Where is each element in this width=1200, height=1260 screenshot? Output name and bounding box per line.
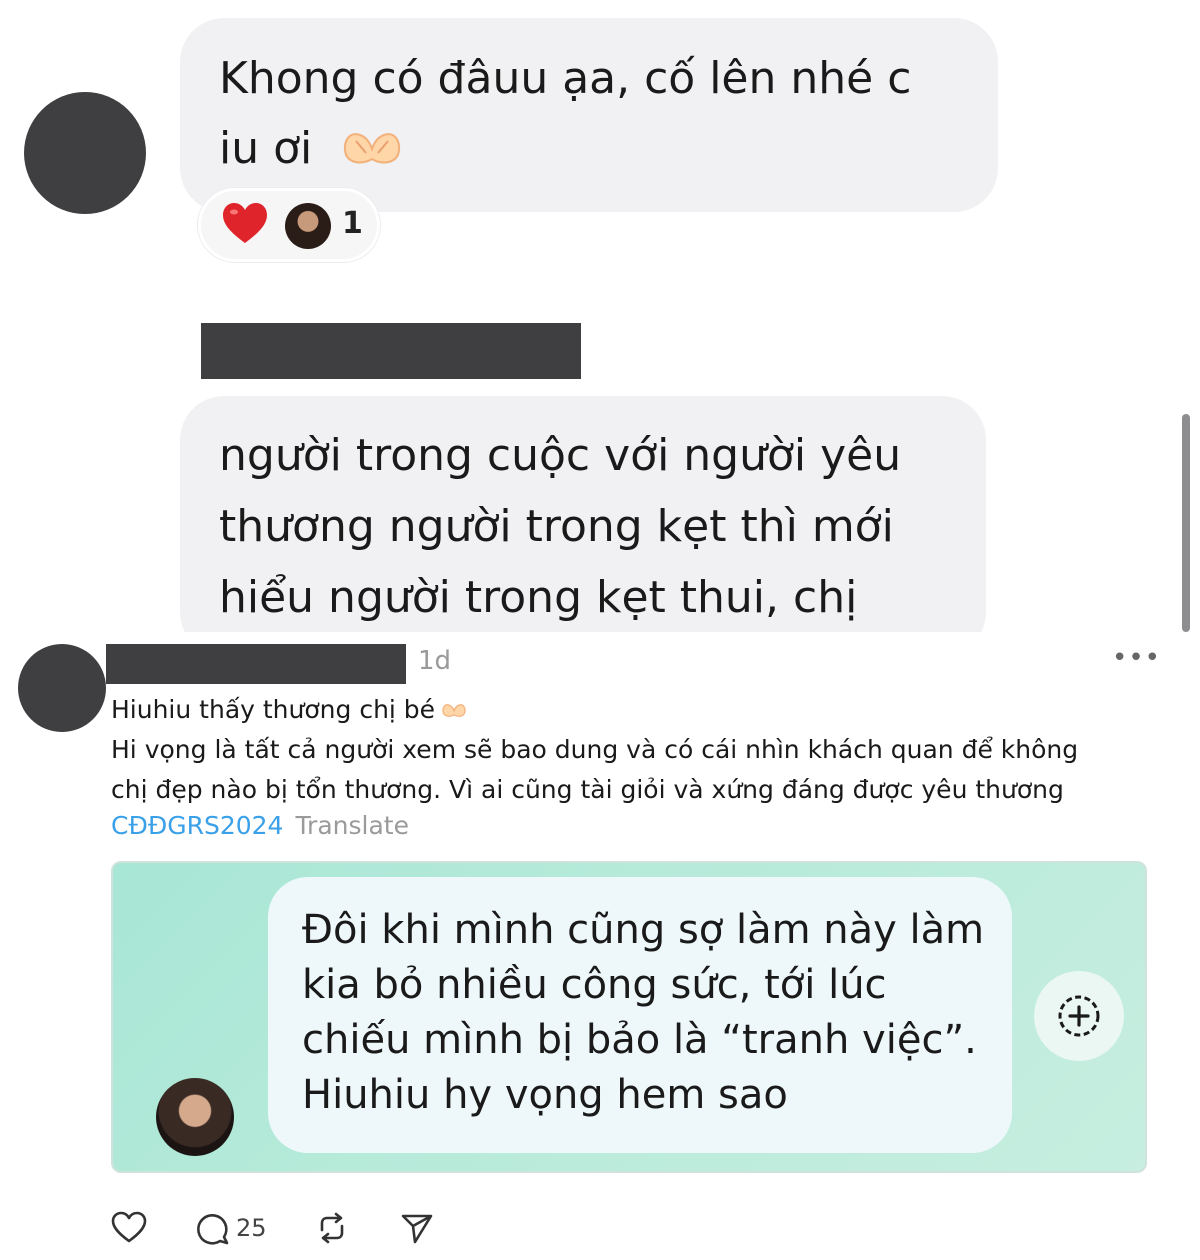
reaction-count: 1 [342,206,363,241]
message-2-line-1: người trong cuộc với người yêu [219,430,902,481]
post-line-2: Hi vọng là tất cả người xem sẽ bao dung … [111,735,1079,764]
post-line-3: chị đẹp nào bị tổn thương. Vì ai cũng tà… [111,775,1064,804]
reply-button[interactable]: 25 [194,1210,267,1246]
post-author-avatar[interactable] [18,644,106,732]
heart-hands-emoji-icon [344,133,401,164]
chat-screenshot: Khong có đâuu ạa, cố lên nhé c iu ơi 1 n… [0,0,1200,632]
add-reaction-icon [1058,995,1100,1037]
tag-row: CĐĐGRS2024 Translate [111,806,409,846]
more-options-icon[interactable]: ••• [1112,645,1160,672]
heart-outline-icon [111,1211,147,1243]
reactor-avatar [285,203,331,249]
heart-icon [223,203,267,243]
media-message-text: Đôi khi mình cũng sợ làm này làm kia bỏ … [302,903,1002,1123]
like-button[interactable] [110,1210,148,1244]
comment-icon [197,1214,229,1245]
redacted-name-bar [201,323,581,379]
translate-link[interactable]: Translate [295,811,409,840]
scrollbar[interactable] [1182,414,1190,632]
post-actions: 25 [110,1210,610,1250]
media-line-2: kia bỏ nhiều công sức, tới lúc [302,962,887,1008]
message-1-line-2-text: iu ơi [219,123,313,174]
post-author-name-redacted[interactable] [106,644,406,684]
media-line-4: Hiuhiu hy vọng hem sao [302,1072,788,1118]
message-1-line-1: Khong có đâuu ạa, cố lên nhé c [219,53,912,104]
media-line-1: Đôi khi mình cũng sợ làm này làm [302,907,985,953]
message-1-text: Khong có đâuu ạa, cố lên nhé c iu ơi [219,44,979,184]
post-line-1-text: Hiuhiu thấy thương chị bé [111,695,436,724]
post-line-1: Hiuhiu thấy thương chị bé [111,690,1171,730]
repost-icon [320,1212,344,1244]
post-media-image[interactable]: Đôi khi mình cũng sợ làm này làm kia bỏ … [111,861,1147,1173]
repost-button[interactable] [314,1210,350,1246]
add-reaction-button [1034,971,1124,1061]
media-sender-avatar [156,1078,234,1156]
message-2-line-2: thương người trong kẹt thì mới [219,501,894,552]
heart-hands-emoji-icon [442,704,466,717]
media-line-3: chiếu mình bị bảo là “tranh việc”. [302,1017,977,1063]
post-timestamp: 1d [418,646,452,676]
message-2-text: người trong cuộc với người yêu thương ng… [219,420,979,632]
message-1-line-2: iu ơi [219,114,979,184]
post-body: Hiuhiu thấy thương chị bé Hi vọng là tất… [111,690,1171,810]
message-2-line-3: hiểu người trong kẹt thui, chị [219,572,858,623]
share-button[interactable] [399,1210,435,1246]
send-icon [401,1214,433,1244]
reply-count: 25 [236,1214,267,1242]
redacted-avatar [24,92,146,214]
threads-post: 1d ••• Hiuhiu thấy thương chị bé Hi vọng… [0,632,1200,1260]
hashtag-link[interactable]: CĐĐGRS2024 [111,811,283,840]
